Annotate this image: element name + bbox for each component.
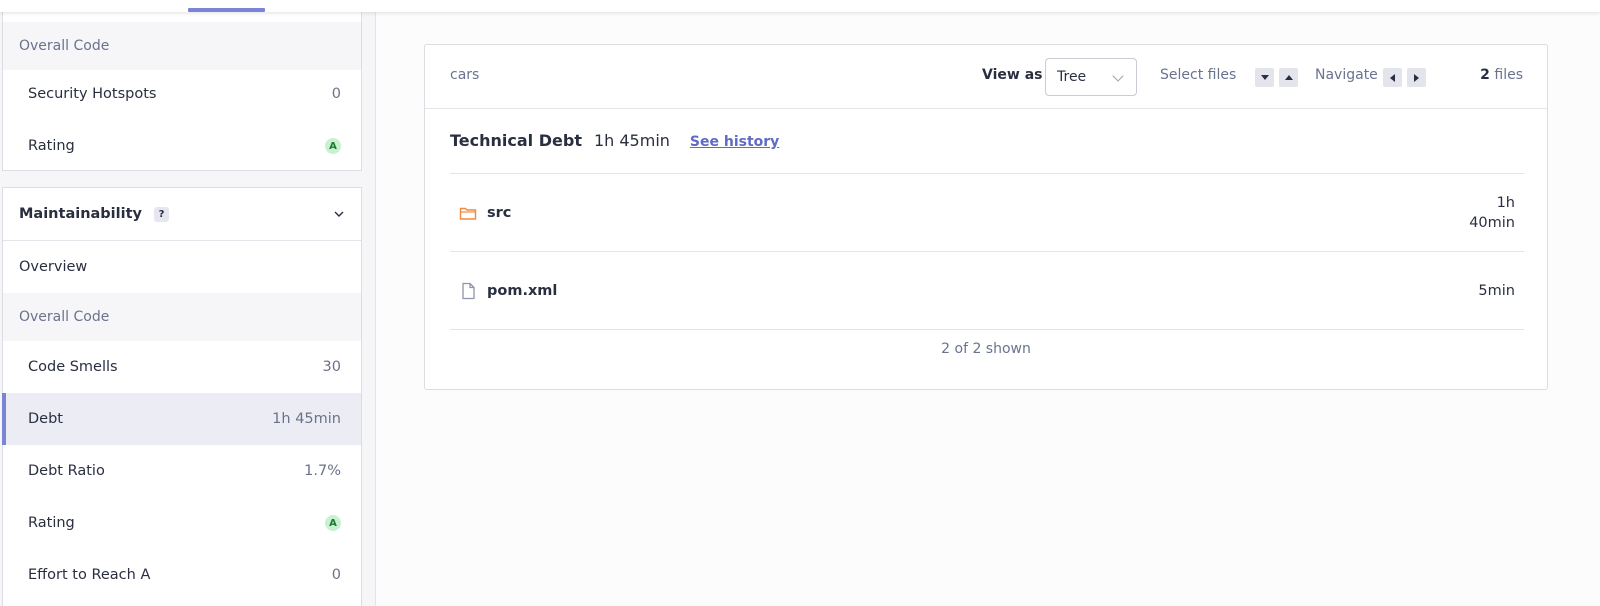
view-as-select[interactable]: Tree — [1045, 58, 1137, 96]
component-value-line1: 1h — [1496, 194, 1515, 211]
files-count-suffix: files — [1494, 67, 1523, 83]
sidebar-item-debt[interactable]: Debt 1h 45min — [2, 393, 361, 445]
component-name[interactable]: pom.xml — [487, 283, 557, 299]
component-name[interactable]: src — [487, 205, 511, 221]
component-value: 1h 40min — [1455, 193, 1515, 233]
view-as-label: View as — [982, 67, 1043, 83]
rating-badge: A — [325, 515, 341, 531]
measure-details-card: cars View as Tree Select files Navigate … — [424, 44, 1548, 390]
card-toolbar: cars View as Tree Select files Navigate … — [425, 45, 1547, 109]
navigate-label: Navigate — [1315, 67, 1378, 83]
measure-value: 1h 45min — [593, 131, 670, 150]
list-item[interactable]: src 1h 40min — [450, 174, 1524, 252]
shown-count: 2 of 2 shown — [941, 341, 1031, 357]
select-files-label: Select files — [1160, 67, 1237, 83]
navigate-back-key[interactable] — [1383, 68, 1402, 87]
component-value-line1: 5min — [1478, 282, 1515, 299]
sidebar-item-label: Security Hotspots — [28, 86, 157, 102]
component-value: 5min — [1455, 281, 1515, 301]
arrow-down-icon — [1260, 75, 1269, 80]
list-item[interactable]: pom.xml 5min — [450, 252, 1524, 330]
rating-badge: A — [325, 138, 341, 154]
overall-code-section-label: Overall Code — [3, 22, 361, 70]
chevron-down-icon — [1112, 70, 1124, 82]
sidebar-item-security-hotspots[interactable]: Security Hotspots 0 — [3, 68, 361, 120]
arrow-left-icon — [1390, 73, 1395, 82]
sidebar-item-label: Rating — [28, 515, 75, 531]
sidebar-item-effort-to-reach-a[interactable]: Effort to Reach A 0 — [3, 549, 361, 601]
sidebar-item-value: 30 — [322, 359, 341, 375]
overall-code-section-label: Overall Code — [3, 293, 361, 341]
sidebar-item-value: 1h 45min — [272, 411, 341, 427]
sidebar-item-maintainability-rating[interactable]: Rating A — [3, 497, 361, 549]
view-as-value: Tree — [1057, 69, 1087, 85]
measure-name: Technical Debt — [450, 131, 582, 150]
component-value-line2: 40min — [1469, 214, 1515, 231]
arrow-up-icon — [1284, 75, 1293, 80]
file-icon — [462, 282, 475, 300]
measures-sidebar: Overall Code Security Hotspots 0 Rating … — [0, 0, 376, 606]
sidebar-item-security-rating[interactable]: Rating A — [3, 120, 361, 172]
sidebar-item-overview[interactable]: Overview — [3, 241, 361, 293]
sidebar-item-label: Code Smells — [28, 359, 118, 375]
select-next-file-key[interactable] — [1255, 68, 1274, 87]
sidebar-item-label: Effort to Reach A — [28, 567, 151, 583]
chevron-down-icon[interactable] — [333, 208, 345, 220]
maintainability-title: Maintainability — [19, 206, 142, 222]
top-nav-bar — [0, 0, 1600, 12]
sidebar-item-label: Debt Ratio — [28, 463, 105, 479]
files-count: 2 files — [1480, 67, 1523, 83]
maintainability-header[interactable]: Maintainability ? — [3, 188, 361, 241]
sidebar-item-label: Rating — [28, 138, 75, 154]
sidebar-item-debt-ratio[interactable]: Debt Ratio 1.7% — [3, 445, 361, 497]
select-previous-file-key[interactable] — [1279, 68, 1298, 87]
files-count-number: 2 — [1480, 67, 1490, 83]
security-review-panel: Overall Code Security Hotspots 0 Rating … — [2, 0, 362, 171]
navigate-forward-key[interactable] — [1407, 68, 1426, 87]
breadcrumb[interactable]: cars — [450, 67, 479, 83]
component-list: src 1h 40min pom.xml 5min — [450, 173, 1524, 330]
maintainability-panel: Maintainability ? Overview Overall Code … — [2, 187, 362, 606]
sidebar-item-code-smells[interactable]: Code Smells 30 — [3, 341, 361, 393]
arrow-right-icon — [1414, 73, 1419, 82]
sidebar-item-label: Debt — [28, 411, 63, 427]
sidebar-item-value: 0 — [331, 86, 341, 102]
sidebar-item-value: 1.7% — [304, 463, 341, 479]
folder-icon — [459, 207, 477, 220]
see-history-link[interactable]: See history — [690, 134, 779, 150]
measure-header: Technical Debt 1h 45min See history — [450, 131, 779, 150]
active-tab-indicator — [188, 8, 265, 12]
help-icon[interactable]: ? — [153, 206, 169, 222]
sidebar-item-value: 0 — [331, 567, 341, 583]
